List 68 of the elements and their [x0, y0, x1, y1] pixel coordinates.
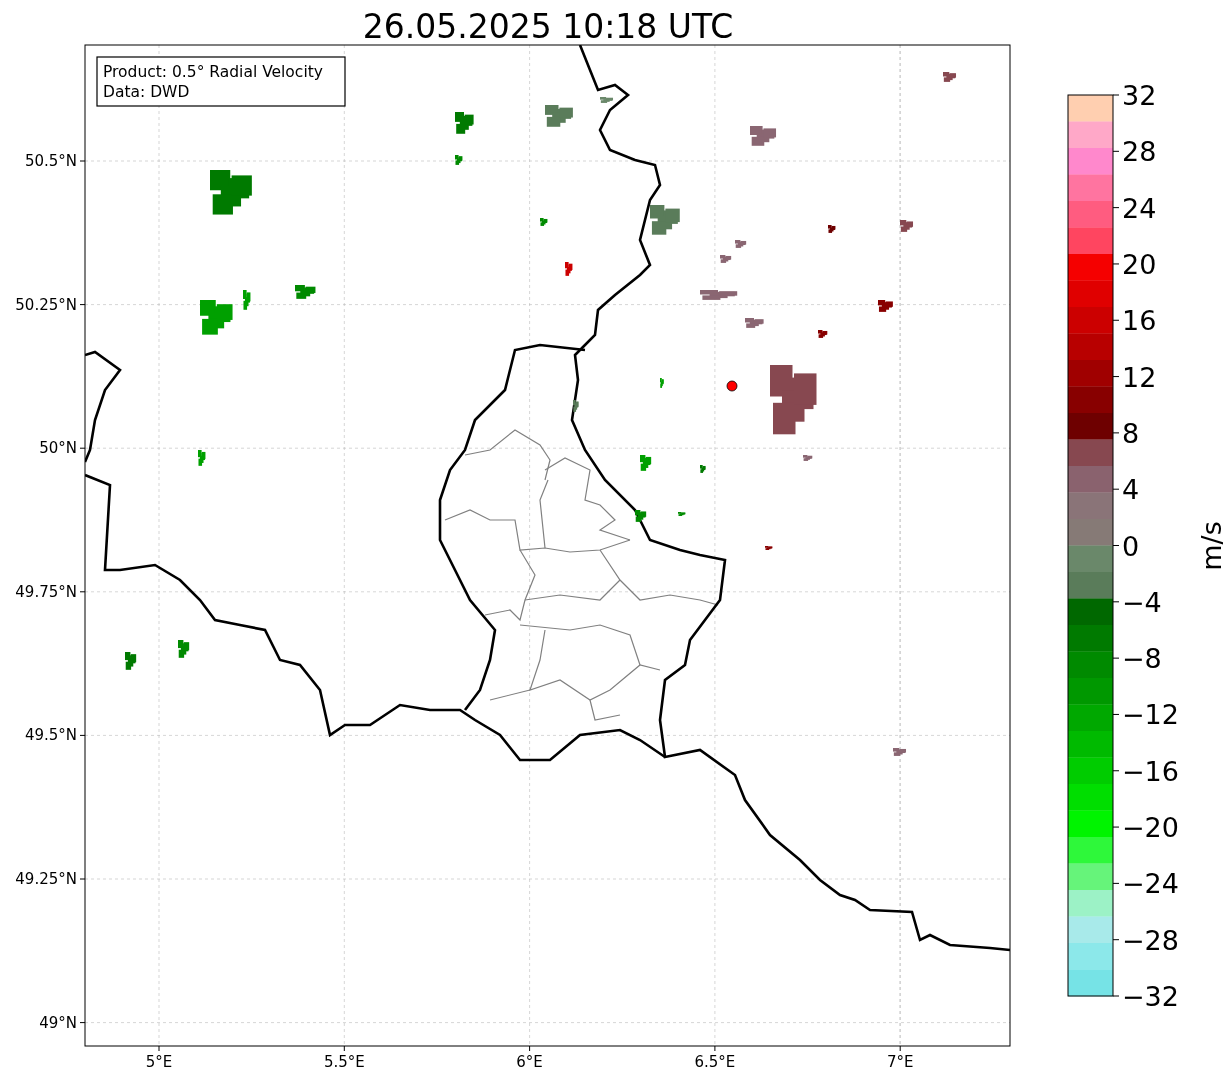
radar-echo [565, 262, 573, 276]
colorbar-tick-label: 28 [1122, 136, 1157, 168]
colorbar-tick-label: 12 [1122, 361, 1157, 393]
radar-echo [803, 455, 813, 461]
radar-echo [635, 510, 647, 522]
colorbar-tick-label: 0 [1122, 530, 1140, 562]
radar-echo [700, 465, 706, 473]
latitude-label: 50°N [39, 439, 77, 458]
colorbar-tick-label: −8 [1122, 643, 1162, 675]
latitude-label: 49.25°N [15, 870, 77, 888]
radar-echo [878, 300, 893, 312]
colorbar-unit-label: m/s [1196, 521, 1225, 571]
longitude-label: 7°E [886, 1053, 914, 1071]
radar-echo [650, 205, 680, 235]
chart-title: 26.05.2025 10:18 UTC [362, 7, 734, 46]
colorbar-tick-label: 16 [1122, 305, 1157, 337]
colorbar-tick-label: −32 [1122, 981, 1179, 1012]
colorbar-tick-label: −12 [1122, 699, 1179, 731]
radar-echo [573, 400, 579, 412]
data-source-label: Data: DWD [103, 83, 190, 101]
radar-echo [540, 218, 548, 226]
colorbar-tick-label: 32 [1122, 80, 1157, 111]
radar-echo [600, 97, 613, 103]
colorbar-tick-label: −4 [1122, 586, 1162, 618]
colorbar-tick-label: −28 [1122, 924, 1179, 956]
radar-echo [765, 546, 773, 550]
radar-echo [178, 640, 190, 658]
radar-echo [735, 240, 747, 248]
radar-echo [243, 290, 251, 310]
radar-echo [893, 748, 906, 756]
radar-echo [455, 112, 474, 134]
radar-echo [943, 72, 956, 82]
longitude-label: 5.5°E [323, 1053, 365, 1071]
colorbar-tick-label: 24 [1122, 192, 1157, 224]
latitude-label: 49°N [39, 1013, 77, 1032]
radar-echo [700, 290, 738, 300]
radar-echo [295, 285, 316, 299]
product-label: Product: 0.5° Radial Velocity [103, 63, 323, 81]
latitude-label: 50.5°N [24, 152, 77, 170]
radar-echo [818, 330, 828, 338]
colorbar-tick-label: 4 [1122, 474, 1140, 506]
radar-echo [200, 300, 233, 335]
longitude-label: 6°E [516, 1053, 543, 1071]
radar-echo [770, 365, 817, 435]
radar-echo [125, 652, 137, 670]
radar-echo [210, 170, 252, 215]
colorbar-tick-label: −20 [1122, 812, 1179, 844]
radar-echo [545, 105, 573, 127]
radar-echo [900, 220, 913, 232]
radar-echo [720, 255, 732, 263]
radar-echo [745, 318, 764, 328]
radar-echo [678, 512, 686, 516]
colorbar-tick-label: 20 [1122, 248, 1157, 280]
radar-echo [660, 378, 664, 388]
radar-echo [455, 155, 463, 165]
colorbar-tick-label: −24 [1122, 868, 1179, 900]
latitude-label: 49.5°N [24, 726, 77, 745]
colorbar-tick-label: 8 [1122, 417, 1140, 449]
latitude-label: 50.25°N [15, 295, 77, 314]
radar-echo [198, 450, 206, 466]
colorbar-tick-label: −16 [1122, 755, 1179, 787]
radar-echo [750, 126, 777, 146]
longitude-label: 6.5°E [694, 1053, 736, 1071]
latitude-label: 49.75°N [15, 582, 77, 601]
radar-echo [828, 225, 836, 233]
longitude-label: 5°E [145, 1053, 173, 1071]
radar-echo [640, 455, 652, 471]
radar-site-marker [726, 380, 738, 392]
